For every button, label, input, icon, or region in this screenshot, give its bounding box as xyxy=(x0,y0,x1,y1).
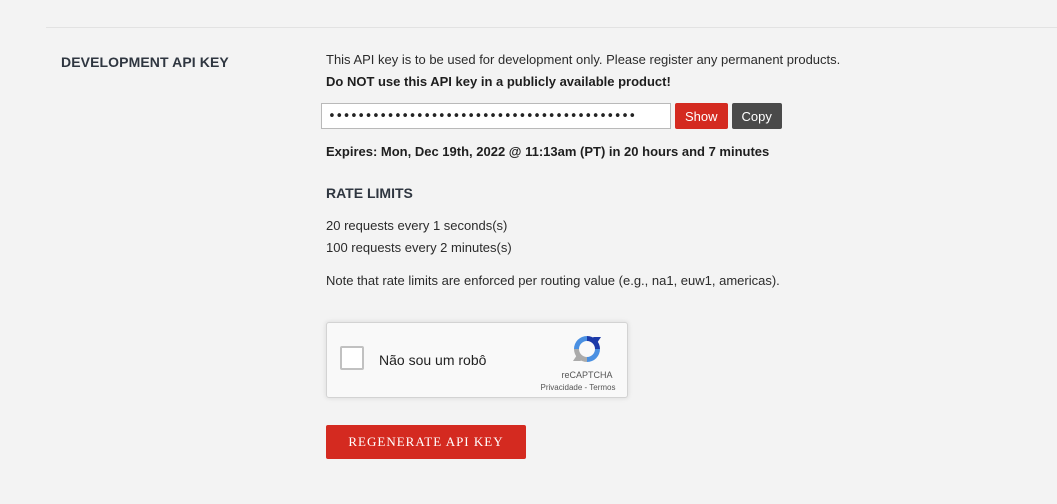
expiration-text: Expires: Mon, Dec 19th, 2022 @ 11:13am (… xyxy=(326,144,770,159)
api-key-description: This API key is to be used for developme… xyxy=(326,52,841,67)
recaptcha-label: Não sou um robô xyxy=(379,352,487,368)
recaptcha-widget: Não sou um robô reCAPTCHA Privacidade - … xyxy=(326,322,628,398)
recaptcha-logo-icon xyxy=(573,336,601,362)
regenerate-api-key-button[interactable]: REGENERATE API KEY xyxy=(326,425,526,459)
section-title: DEVELOPMENT API KEY xyxy=(61,54,229,70)
recaptcha-brand: reCAPTCHA xyxy=(561,370,613,380)
recaptcha-links: Privacidade - Termos xyxy=(533,383,623,392)
api-key-warning: Do NOT use this API key in a publicly av… xyxy=(326,74,671,89)
rate-limits-heading: RATE LIMITS xyxy=(326,185,413,201)
recaptcha-terms-link[interactable]: Termos xyxy=(589,383,615,392)
rate-limit-line: 20 requests every 1 seconds(s) xyxy=(326,218,508,233)
copy-button[interactable]: Copy xyxy=(731,103,782,129)
api-key-row: Show Copy xyxy=(321,103,782,129)
recaptcha-privacy-link[interactable]: Privacidade xyxy=(540,383,582,392)
rate-limit-line: 100 requests every 2 minutes(s) xyxy=(326,240,512,255)
top-divider xyxy=(46,27,1057,28)
rate-limits-note: Note that rate limits are enforced per r… xyxy=(326,273,780,288)
show-button[interactable]: Show xyxy=(675,103,728,129)
api-key-field[interactable] xyxy=(321,103,671,129)
recaptcha-checkbox[interactable] xyxy=(340,346,364,370)
